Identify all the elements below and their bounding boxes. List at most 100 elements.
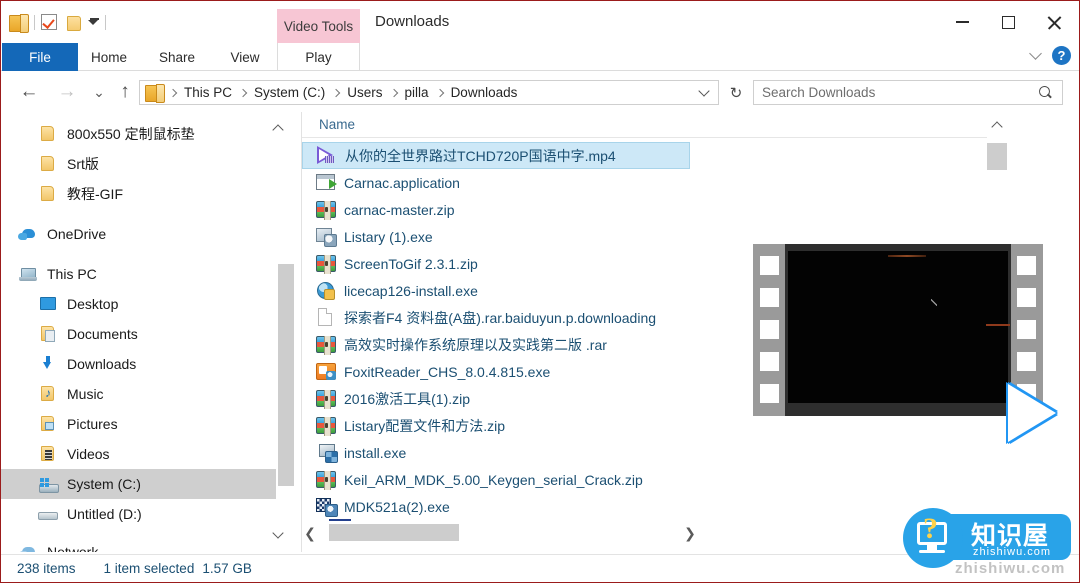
up-button[interactable]: ↑ (113, 80, 137, 104)
nav-item-label: Untitled (D:) (67, 506, 142, 522)
play-icon[interactable] (1008, 384, 1056, 442)
nav-scrollbar-thumb[interactable] (278, 264, 294, 486)
status-item-count: 238 items (17, 561, 76, 576)
install-icon (314, 442, 338, 463)
nav-item-documents[interactable]: Documents (1, 319, 276, 349)
file-name: Listary配置文件和方法.zip (344, 417, 506, 434)
film-sprocket (760, 288, 779, 307)
nav-item-desktop[interactable]: Desktop (1, 289, 276, 319)
music-icon (37, 384, 59, 404)
nav-item-music[interactable]: Music (1, 379, 276, 409)
file-name: carnac-master.zip (344, 201, 455, 218)
film-inner-bezel (785, 244, 1011, 416)
film-strip-frame (753, 244, 1043, 416)
documents-icon (37, 324, 59, 344)
table-row[interactable]: Listary配置文件和方法.zip (302, 412, 992, 439)
nav-item-mousepad[interactable]: 800x550 定制鼠标垫 (1, 119, 276, 149)
contextual-tab-label: Video Tools (283, 18, 354, 34)
table-row[interactable]: install.exe (302, 439, 992, 466)
tab-file[interactable]: File (2, 43, 78, 71)
chevron-down-icon[interactable] (1029, 47, 1042, 60)
file-name: 从你的全世界路过TCHD720P国语中字.mp4 (345, 147, 616, 164)
nav-item-network[interactable]: Network (1, 537, 276, 552)
table-row[interactable]: Carnac.application (302, 169, 992, 196)
film-sprocket (1017, 288, 1036, 307)
table-row[interactable]: carnac-master.zip (302, 196, 992, 223)
nav-scrollbar-track[interactable] (278, 112, 294, 552)
breadcrumb-downloads[interactable]: Downloads (447, 85, 522, 100)
file-name: Listary (1).exe (344, 228, 433, 245)
hscroll-thumb[interactable] (329, 524, 459, 541)
nav-item-label: Videos (67, 446, 110, 462)
file-name: licecap126-install.exe (344, 282, 478, 299)
tab-share[interactable]: Share (140, 43, 214, 71)
nav-item-label: Music (67, 386, 104, 402)
properties-icon[interactable] (41, 14, 57, 30)
nav-item-tutorial-gif[interactable]: 教程-GIF (1, 179, 276, 209)
hscroll-left-icon[interactable]: ❮ (301, 524, 319, 542)
breadcrumb-users[interactable]: Users (343, 85, 386, 100)
refresh-button[interactable]: ↻ (723, 80, 749, 105)
nav-item-untitled-d[interactable]: Untitled (D:) (1, 499, 276, 529)
title-bar: Video Tools Downloads (1, 1, 1079, 43)
table-row[interactable]: 从你的全世界路过TCHD720P国语中字.mp4 (302, 142, 690, 169)
watermark-url: zhishiwu.com (973, 546, 1052, 558)
downloads-icon (37, 354, 59, 374)
nav-item-pictures[interactable]: Pictures (1, 409, 276, 439)
search-input[interactable]: Search Downloads (762, 85, 1039, 100)
table-row[interactable]: Keil_ARM_MDK_5.00_Keygen_serial_Crack.zi… (302, 466, 992, 493)
forward-button[interactable]: → (55, 80, 79, 104)
video-mp4-icon (315, 145, 339, 166)
hscroll-right-icon[interactable]: ❯ (681, 524, 699, 542)
tab-play[interactable]: Play (277, 43, 360, 71)
nav-item-videos[interactable]: Videos (1, 439, 276, 469)
nav-item-onedrive[interactable]: OneDrive (1, 219, 276, 249)
minimize-button[interactable] (939, 1, 985, 43)
back-button[interactable]: ← (17, 80, 41, 104)
tab-view[interactable]: View (214, 43, 276, 71)
film-sprocket (760, 320, 779, 339)
archive-zip-icon (314, 199, 338, 220)
breadcrumb-pilla[interactable]: pilla (401, 85, 433, 100)
nav-item-this-pc[interactable]: This PC (1, 259, 276, 289)
file-name: Carnac.application (344, 174, 460, 191)
video-artifact-top (888, 255, 926, 257)
horizontal-scrollbar[interactable]: ❮ ❯ (301, 519, 701, 542)
table-row[interactable]: MDK521a(2).exe (302, 493, 992, 520)
file-name: MDK521a(2).exe (344, 498, 450, 515)
video-thumbnail-preview[interactable] (753, 244, 1056, 442)
nav-item-downloads[interactable]: Downloads (1, 349, 276, 379)
contextual-tab-video-tools[interactable]: Video Tools (277, 9, 360, 43)
window-title: Downloads (375, 13, 450, 30)
file-scrollbar-thumb[interactable] (987, 143, 1007, 170)
breadcrumb-dropdown-icon[interactable] (698, 84, 710, 97)
nav-item-system-c[interactable]: System (C:) (1, 469, 276, 499)
customize-caret-icon[interactable] (88, 19, 98, 25)
breadcrumb-this-pc[interactable]: This PC (180, 85, 236, 100)
close-button[interactable] (1031, 1, 1077, 43)
status-selection-count: 1 item selected (103, 561, 195, 576)
status-selection: 1 item selected 1.57 GB (104, 561, 252, 576)
blank-document-icon (314, 307, 338, 328)
column-header-name[interactable]: Name (302, 112, 992, 138)
search-box[interactable]: Search Downloads (753, 80, 1063, 105)
maximize-button[interactable] (985, 1, 1031, 43)
customize-caret-bar (90, 17, 99, 20)
video-artifact-right (986, 324, 1010, 326)
file-scroll-up-icon[interactable] (987, 116, 1007, 134)
nav-item-label: 800x550 定制鼠标垫 (67, 126, 195, 142)
tab-home[interactable]: Home (78, 43, 140, 71)
folder-icon (37, 154, 59, 174)
folder-app-icon[interactable] (9, 13, 29, 33)
breadcrumb-system-c[interactable]: System (C:) (250, 85, 329, 100)
nav-item-srt[interactable]: Srt版 (1, 149, 276, 179)
nav-item-label: System (C:) (67, 476, 141, 492)
maximize-icon (1001, 15, 1015, 29)
recent-locations-button[interactable]: ⌄ (87, 80, 111, 104)
breadcrumb-separator-4 (435, 88, 444, 97)
new-folder-icon[interactable] (66, 15, 81, 31)
search-icon[interactable] (1039, 86, 1052, 99)
address-breadcrumb-bar[interactable]: This PC System (C:) Users pilla Download… (139, 80, 719, 105)
qat-divider-2 (105, 14, 106, 30)
help-icon[interactable]: ? (1052, 46, 1071, 65)
